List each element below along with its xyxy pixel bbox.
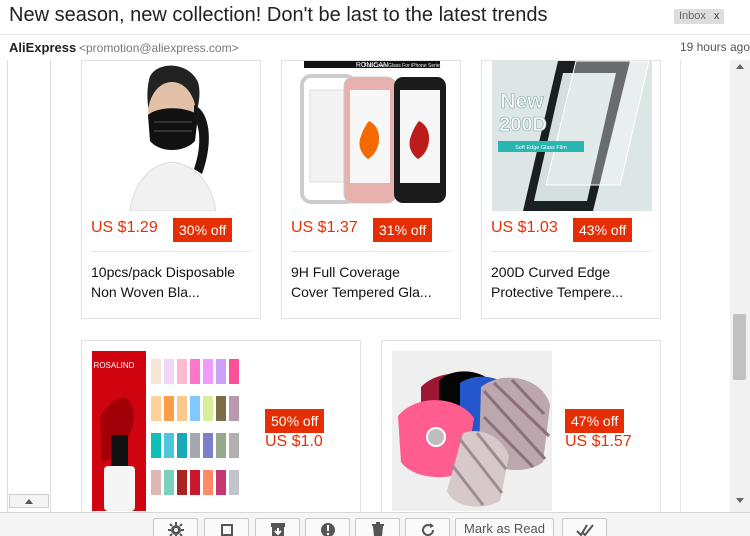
- discount-badge: 47% off: [565, 409, 625, 433]
- product-title[interactable]: 9H Full Coverage Cover Tempered Gla...: [291, 262, 454, 302]
- back-to-top-button[interactable]: [9, 494, 49, 508]
- product-title-line: Cover Tempered Gla...: [291, 284, 432, 300]
- archive-icon: [270, 523, 285, 536]
- card-divider: [91, 251, 252, 252]
- scroll-down-icon[interactable]: [736, 498, 744, 503]
- email-content-viewport: US $1.29 30% off 10pcs/pack Disposable N…: [0, 60, 750, 512]
- sender-row: AliExpress <promotion@aliexpress.com> 19…: [0, 34, 750, 60]
- settings-button[interactable]: [153, 518, 198, 536]
- inbox-label-badge[interactable]: Inbox x: [674, 9, 725, 24]
- product-price: US $1.37: [291, 219, 358, 236]
- gear-icon: [167, 522, 184, 536]
- image-caption: Soft Edge Glass Film: [515, 145, 567, 151]
- product-image[interactable]: New 200D Soft Edge Glass Film: [492, 61, 652, 211]
- product-title[interactable]: 200D Curved Edge Protective Tempere...: [491, 262, 654, 302]
- product-title-line: 10pcs/pack Disposable: [91, 264, 235, 280]
- email-subject: New season, new collection! Don't be las…: [9, 4, 548, 26]
- image-headline: 200D: [499, 114, 547, 136]
- refresh-icon: [421, 523, 434, 536]
- left-rail: [7, 60, 51, 512]
- product-card[interactable]: New 200D Soft Edge Glass Film US $1.03 4…: [481, 60, 661, 319]
- scrollbar-thumb[interactable]: [733, 314, 746, 380]
- delete-button[interactable]: [355, 518, 400, 536]
- card-divider: [291, 251, 452, 252]
- product-card[interactable]: US $1.29 30% off 10pcs/pack Disposable N…: [81, 60, 261, 319]
- inbox-label-text: Inbox: [679, 10, 706, 22]
- product-card[interactable]: RONICAN Full Cover Glass For iPhone Seri…: [281, 60, 461, 319]
- warning-icon: [320, 523, 335, 536]
- email-view: New season, new collection! Don't be las…: [0, 0, 750, 536]
- product-title-line: 9H Full Coverage: [291, 264, 400, 280]
- product-card-wide[interactable]: 47% off US $1.57: [381, 340, 661, 512]
- message-toolbar: Mark as Read: [0, 512, 750, 536]
- email-time: 19 hours ago: [679, 40, 750, 54]
- product-title-line: Non Woven Bla...: [91, 284, 200, 300]
- image-caption: Full Cover Glass For iPhone Series: [364, 63, 443, 69]
- product-image[interactable]: ROSALIND: [92, 351, 252, 511]
- product-image[interactable]: RONICAN Full Cover Glass For iPhone Seri…: [292, 61, 452, 211]
- reply-button[interactable]: [204, 518, 249, 536]
- curved-glass-image-icon: New 200D Soft Edge Glass Film: [492, 61, 652, 211]
- screen-protector-image-icon: RONICAN Full Cover Glass For iPhone Seri…: [292, 61, 452, 211]
- nail-polish-image-icon: ROSALIND: [92, 351, 252, 511]
- product-image[interactable]: [392, 351, 552, 511]
- discount-badge: 50% off: [265, 409, 325, 433]
- product-title[interactable]: 10pcs/pack Disposable Non Woven Bla...: [91, 262, 254, 302]
- refresh-button[interactable]: [405, 518, 450, 536]
- vertical-scrollbar[interactable]: [730, 60, 750, 512]
- product-card-wide[interactable]: ROSALIND 50% off US $1.0: [81, 340, 361, 512]
- discount-badge: 30% off: [173, 218, 233, 242]
- right-rail: [680, 60, 730, 512]
- product-title-line: 200D Curved Edge: [491, 264, 611, 280]
- image-headline: New: [500, 90, 544, 113]
- product-price: US $1.0: [265, 433, 323, 450]
- chevron-up-icon: [25, 499, 33, 504]
- discount-badge: 43% off: [573, 218, 633, 242]
- sender-email: <promotion@aliexpress.com>: [79, 41, 239, 55]
- promotion-content: US $1.29 30% off 10pcs/pack Disposable N…: [81, 60, 681, 512]
- double-check-icon: [575, 524, 594, 536]
- product-price: US $1.29: [91, 219, 158, 236]
- report-spam-button[interactable]: [305, 518, 350, 536]
- trash-icon: [371, 522, 384, 536]
- fashion-masks-image-icon: [392, 351, 552, 511]
- product-price: US $1.57: [565, 433, 632, 450]
- card-divider: [491, 251, 652, 252]
- reply-icon: [220, 524, 233, 536]
- mark-done-button[interactable]: [562, 518, 607, 536]
- sender-name: AliExpress: [9, 40, 77, 55]
- product-title-line: Protective Tempere...: [491, 284, 624, 300]
- product-image[interactable]: [110, 61, 234, 211]
- email-header: New season, new collection! Don't be las…: [0, 0, 750, 34]
- archive-button[interactable]: [255, 518, 300, 536]
- discount-badge: 31% off: [373, 218, 433, 242]
- face-mask-image-icon: [110, 61, 234, 211]
- scroll-up-icon[interactable]: [736, 64, 744, 69]
- brand-logo: ROSALIND: [94, 361, 135, 370]
- mark-as-read-button[interactable]: Mark as Read: [455, 518, 554, 536]
- remove-label-icon[interactable]: x: [714, 10, 720, 22]
- product-price: US $1.03: [491, 219, 558, 236]
